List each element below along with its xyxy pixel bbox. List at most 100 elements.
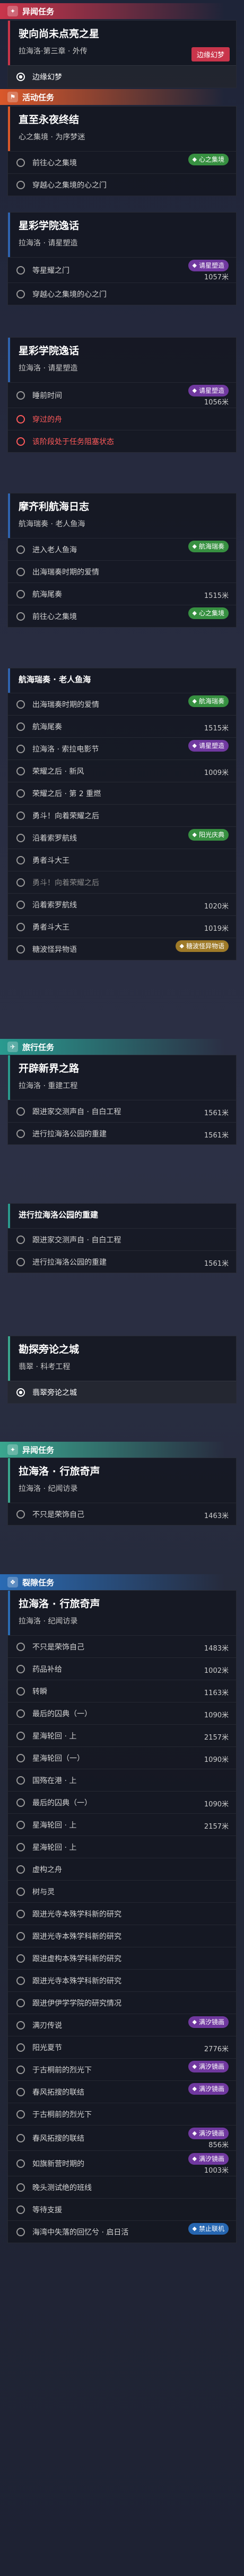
quest-step[interactable]: 晚头测试绝的班线 bbox=[8, 2176, 236, 2198]
quest-card[interactable]: 开辟新界之路 拉海洛 · 重建工程 跟进家交测声自 · 自白工程 1561米 进行拉海洛… bbox=[7, 1055, 237, 1145]
quest-step[interactable]: 出海瑞奏时期的爱情 ◆ 航海瑞奏 bbox=[8, 693, 236, 715]
quest-step[interactable]: 勇斗！向着荣耀之后 bbox=[8, 804, 236, 826]
quest-card[interactable]: 拉海洛 · 行旅奇声 拉海洛 · 纪闻访录 不只是荣饰自己 1483米 药品补给 1002… bbox=[7, 1590, 237, 2243]
quest-step[interactable]: 阳光夏节 2776米 bbox=[8, 2036, 236, 2058]
quest-card[interactable]: 星彩学院逸话 拉海洛 · 请星塑造 等星耀之门 ◆ 请星塑造 1057米 穿越心之集境的心之… bbox=[7, 212, 237, 305]
quest-step[interactable]: 跟进家交测声自 · 自白工程 1561米 bbox=[8, 1100, 236, 1122]
section-header-journey[interactable]: ✈ 旅行任务 bbox=[0, 1039, 244, 1055]
step-radio-icon bbox=[16, 567, 25, 576]
step-location-badge: ◆ 满汐镜画 bbox=[188, 2128, 229, 2139]
section-header-anomaly[interactable]: ✦ 异闻任务 bbox=[0, 1442, 244, 1458]
quest-step[interactable]: 树与灵 bbox=[8, 1880, 236, 1902]
quest-card-header[interactable]: 进行拉海洛公园的重建 bbox=[8, 1204, 236, 1228]
quest-step[interactable]: 跟进伊伊学学院的研究情况 bbox=[8, 1991, 236, 2014]
quest-card-header[interactable]: 航海瑞奏 · 老人鱼海 bbox=[8, 668, 236, 693]
quest-step[interactable]: 最后的囚典（一） 1090米 bbox=[8, 1702, 236, 1724]
step-radio-icon bbox=[16, 1388, 25, 1397]
quest-step[interactable]: 航海尾奏 1515米 bbox=[8, 583, 236, 605]
quest-step[interactable]: 不只是荣饰自己 1463米 bbox=[8, 1503, 236, 1525]
quest-step[interactable]: 海湾中失落的回忆兮 · 启日活 ◆ 禁止联机 bbox=[8, 2220, 236, 2243]
badge-label: 心之集境 bbox=[198, 610, 224, 617]
step-radio-icon bbox=[16, 437, 25, 446]
step-distance: 1483米 bbox=[204, 1645, 229, 1653]
quest-step[interactable]: 荣耀之后 · 第 2 重燃 bbox=[8, 782, 236, 804]
quest-step[interactable]: 跟进光寺本殊学科新的研究 bbox=[8, 1925, 236, 1947]
quest-step[interactable]: 睡前时间 ◆ 请星塑造 1056米 bbox=[8, 382, 236, 408]
quest-step[interactable]: 星海轮回 · 上 2157米 bbox=[8, 1813, 236, 1836]
quest-step[interactable]: 勇者斗大王 1019米 bbox=[8, 915, 236, 938]
quest-step[interactable]: 跟进家交测声自 · 自白工程 bbox=[8, 1228, 236, 1250]
quest-step[interactable]: 于古桐前的烈光下 bbox=[8, 2103, 236, 2125]
quest-step[interactable]: 于古桐前的烈光下 ◆ 满汐镜画 bbox=[8, 2058, 236, 2080]
quest-card[interactable]: 拉海洛 · 行旅奇声 拉海洛 · 纪闻访录 不只是荣饰自己 1463米 bbox=[7, 1458, 237, 1525]
step-label: 该阶段处于任务阻塞状态 bbox=[32, 437, 114, 446]
quest-step[interactable]: 糖波怪异物语 ◆ 糖波怪异物语 bbox=[8, 938, 236, 960]
quest-step[interactable]: 沿着索罗航线 1020米 bbox=[8, 893, 236, 915]
quest-step[interactable]: 进行拉海洛公园的重建 1561米 bbox=[8, 1122, 236, 1144]
quest-card-header[interactable]: 驶向尚未点亮之星 拉海洛·第三章 · 外传 边缘幻梦 bbox=[8, 21, 236, 65]
quest-step[interactable]: 国殇在港 · 上 bbox=[8, 1769, 236, 1791]
quest-card[interactable]: 航海瑞奏 · 老人鱼海 出海瑞奏时期的爱情 ◆ 航海瑞奏 航海尾奏 1515米 拉海洛 · … bbox=[7, 668, 237, 960]
quest-card[interactable]: 摩齐利航海日志 航海瑞奏 · 老人鱼海 进入老人鱼海 ◆ 航海瑞奏 出海瑞奏时期的爱情 航海… bbox=[7, 493, 237, 628]
quest-step[interactable]: 穿过的舟 bbox=[8, 408, 236, 430]
quest-step[interactable]: 翡翠旁论之城 bbox=[8, 1381, 236, 1403]
quest-card[interactable]: 直至永夜终结 心之集境 · 为序梦迷 前往心之集境 ◆ 心之集境 穿越心之集境的心之门 bbox=[7, 106, 237, 196]
step-radio-icon bbox=[16, 158, 25, 167]
quest-card-header[interactable]: 拉海洛 · 行旅奇声 拉海洛 · 纪闻访录 bbox=[8, 1458, 236, 1503]
quest-step[interactable]: 勇斗！向着荣耀之后 bbox=[8, 871, 236, 893]
quest-card-header[interactable]: 开辟新界之路 拉海洛 · 重建工程 bbox=[8, 1055, 236, 1100]
quest-card[interactable]: 星彩学院逸话 拉海洛 · 请星塑造 睡前时间 ◆ 请星塑造 1056米 穿过的舟该阶段处于任… bbox=[7, 337, 237, 453]
step-label: 荣耀之后 · 第 2 重燃 bbox=[32, 789, 101, 798]
quest-step[interactable]: 跟进光寺本殊学科新的研究 bbox=[8, 1902, 236, 1925]
quest-card[interactable]: 勘探旁论之城 翡翠 · 科考工程 翡翠旁论之城 bbox=[7, 1336, 237, 1404]
step-distance: 1561米 bbox=[204, 1132, 229, 1140]
quest-step[interactable]: 前往心之集境 ◆ 心之集境 bbox=[8, 151, 236, 173]
quest-card[interactable]: 进行拉海洛公园的重建 跟进家交测声自 · 自白工程 进行拉海洛公园的重建 1561米 bbox=[7, 1203, 237, 1273]
quest-step[interactable]: 前往心之集境 ◆ 心之集境 bbox=[8, 605, 236, 627]
quest-step[interactable]: 勇者斗大王 bbox=[8, 849, 236, 871]
step-distance: 1090米 bbox=[204, 1756, 229, 1764]
step-location-badge: ◆ 阳光庆典 bbox=[188, 829, 229, 841]
quest-card-header[interactable]: 星彩学院逸话 拉海洛 · 请星塑造 bbox=[8, 338, 236, 382]
location-pin-icon: ◆ bbox=[192, 742, 197, 749]
quest-step[interactable]: 该阶段处于任务阻塞状态 bbox=[8, 430, 236, 452]
quest-step[interactable]: 不只是荣饰自己 1483米 bbox=[8, 1635, 236, 1657]
quest-card-header[interactable]: 勘探旁论之城 翡翠 · 科考工程 bbox=[8, 1336, 236, 1381]
quest-step[interactable]: 虚构之舟 bbox=[8, 1858, 236, 1880]
quest-step[interactable]: 穿越心之集境的心之门 bbox=[8, 173, 236, 196]
step-distance: 1003米 bbox=[204, 2167, 229, 2175]
quest-step[interactable]: 跟进虚构本殊学科新的研究 bbox=[8, 1947, 236, 1969]
quest-step[interactable]: 穿越心之集境的心之门 bbox=[8, 283, 236, 305]
quest-step[interactable]: 航海尾奏 1515米 bbox=[8, 715, 236, 737]
quest-step[interactable]: 跟进光寺本殊学科新的研究 bbox=[8, 1969, 236, 1991]
quest-step[interactable]: 拉海洛 · 索拉电影节 ◆ 请星塑造 bbox=[8, 737, 236, 760]
section-header-event[interactable]: ⚑ 活动任务 bbox=[0, 89, 244, 105]
quest-step[interactable]: 荣耀之后 · 新风 1009米 bbox=[8, 760, 236, 782]
quest-step[interactable]: 最后的囚典（一） 1090米 bbox=[8, 1791, 236, 1813]
quest-step[interactable]: 出海瑞奏时期的爱情 bbox=[8, 560, 236, 583]
section-header-anomaly[interactable]: ✦ 异闻任务 bbox=[0, 3, 244, 19]
quest-card-header[interactable]: 直至永夜终结 心之集境 · 为序梦迷 bbox=[8, 107, 236, 151]
section-header-rift[interactable]: ❖ 裂隙任务 bbox=[0, 1574, 244, 1590]
quest-step[interactable]: 春风拓搜的联结 ◆ 满汐镜画 856米 bbox=[8, 2125, 236, 2150]
quest-step[interactable]: 药品补给 1002米 bbox=[8, 1657, 236, 1680]
quest-card-header[interactable]: 星彩学院逸话 拉海洛 · 请星塑造 bbox=[8, 213, 236, 257]
quest-step[interactable]: 等待支援 bbox=[8, 2198, 236, 2220]
quest-step[interactable]: 星海轮回 · 上 bbox=[8, 1836, 236, 1858]
quest-step[interactable]: 沿着索罗航线 ◆ 阳光庆典 bbox=[8, 826, 236, 849]
quest-accent-bar bbox=[8, 213, 10, 257]
quest-step[interactable]: 星海轮回 · 上 2157米 bbox=[8, 1724, 236, 1746]
quest-step[interactable]: 春风拓搜的联结 ◆ 满汐镜画 bbox=[8, 2080, 236, 2103]
quest-card-header[interactable]: 摩齐利航海日志 航海瑞奏 · 老人鱼海 bbox=[8, 493, 236, 538]
quest-step[interactable]: 转瞬 1163米 bbox=[8, 1680, 236, 1702]
quest-step[interactable]: 进行拉海洛公园的重建 1561米 bbox=[8, 1250, 236, 1273]
quest-step[interactable]: 等星耀之门 ◆ 请星塑造 1057米 bbox=[8, 257, 236, 283]
quest-step[interactable]: 星海轮回（一） 1090米 bbox=[8, 1746, 236, 1769]
quest-card-header[interactable]: 拉海洛 · 行旅奇声 拉海洛 · 纪闻访录 bbox=[8, 1591, 236, 1635]
step-distance: 2776米 bbox=[204, 2045, 229, 2053]
quest-card[interactable]: 驶向尚未点亮之星 拉海洛·第三章 · 外传 边缘幻梦 边缘幻梦 bbox=[7, 20, 237, 88]
quest-step[interactable]: 边缘幻梦 bbox=[8, 65, 236, 87]
quest-step[interactable]: 如旗新营时期的 ◆ 满汐镜画 1003米 bbox=[8, 2150, 236, 2176]
quest-step[interactable]: 进入老人鱼海 ◆ 航海瑞奏 bbox=[8, 538, 236, 560]
quest-step[interactable]: 满刃传说 ◆ 满汐镜画 bbox=[8, 2014, 236, 2036]
